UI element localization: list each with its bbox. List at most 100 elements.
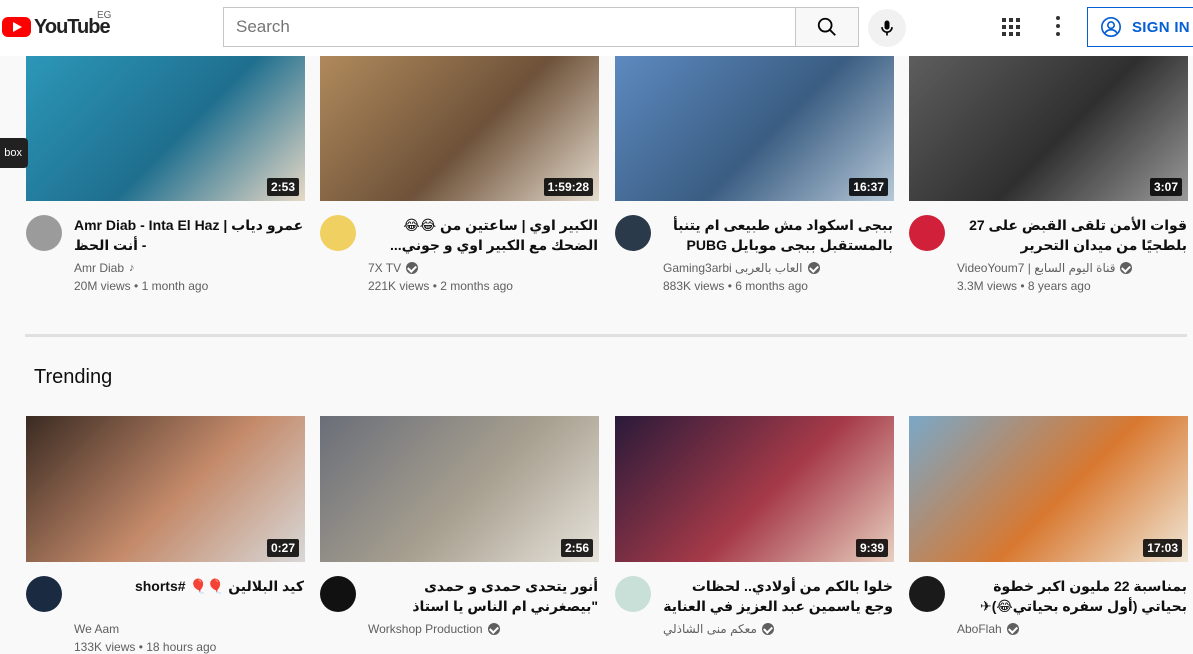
- search-input[interactable]: [236, 17, 795, 37]
- channel-avatar[interactable]: [320, 215, 356, 251]
- video-meta: كيد البلالين 🎈🎈 #shorts We Aam 133K views …: [26, 562, 305, 654]
- upload-age: 2 months ago: [440, 279, 513, 293]
- verified-badge-icon: [1006, 623, 1019, 635]
- video-card[interactable]: 3:07 قوات الأمن تلقى القبض على 27 بلطجيًا…: [909, 55, 1188, 293]
- video-meta: Amr Diab - Inta El Haz | عمرو دياب - أنت…: [26, 201, 305, 293]
- channel-avatar[interactable]: [26, 576, 62, 612]
- upload-age: 8 years ago: [1027, 279, 1091, 293]
- video-meta: الكبير اوي | ساعتين من 😂😂 الضحك مع الكبي…: [320, 201, 599, 293]
- search-box[interactable]: [223, 7, 796, 47]
- channel-name-text: معكم منى الشاذلي: [663, 622, 757, 636]
- upload-age: 6 months ago: [735, 279, 808, 293]
- stats-separator: •: [429, 279, 441, 293]
- side-tab[interactable]: box: [0, 138, 28, 168]
- stats-separator: •: [135, 640, 147, 654]
- video-title[interactable]: Amr Diab - Inta El Haz | عمرو دياب - أنت…: [74, 215, 304, 255]
- channel-avatar[interactable]: [615, 215, 651, 251]
- channel-avatar[interactable]: [615, 576, 651, 612]
- video-duration: 17:03: [1143, 539, 1182, 557]
- channel-name-text: Workshop Production: [368, 622, 483, 636]
- video-duration: 16:37: [849, 178, 888, 196]
- stats-separator: •: [130, 279, 142, 293]
- channel-name-text: Gaming3arbi العاب بالعربى: [663, 261, 803, 275]
- video-duration: 9:39: [855, 539, 888, 557]
- video-meta: خلوا بالكم من أولادي.. لحظات وجع ياسمين …: [615, 562, 894, 652]
- section-divider: [25, 334, 1187, 337]
- video-thumbnail[interactable]: 0:27: [26, 416, 305, 562]
- channel-name-text: AboFlah: [957, 622, 1002, 636]
- channel-name[interactable]: Amr Diab ♪: [74, 261, 135, 275]
- upload-age: 1 month ago: [141, 279, 209, 293]
- video-duration: 0:27: [266, 539, 299, 557]
- video-duration: 2:56: [560, 539, 593, 557]
- video-card[interactable]: 16:37 ببجى اسكواد مش طبيعى ام يتنبأ بالمس…: [615, 55, 894, 293]
- channel-avatar[interactable]: [320, 576, 356, 612]
- youtube-play-icon: [2, 17, 31, 37]
- video-title[interactable]: قوات الأمن تلقى القبض على 27 بلطجيًا من …: [957, 215, 1187, 255]
- video-thumbnail[interactable]: 2:56: [320, 416, 599, 562]
- video-stats: 3.3M views • 8 years ago: [957, 279, 1091, 293]
- stats-separator: •: [1017, 279, 1028, 293]
- video-meta: بمناسبة 22 مليون اكبر خطوة بحياتي (أول س…: [909, 562, 1188, 652]
- voice-search-button[interactable]: [868, 9, 906, 47]
- verified-badge-icon: [406, 262, 419, 274]
- channel-avatar[interactable]: [26, 215, 62, 251]
- video-duration: 1:59:28: [543, 178, 593, 196]
- view-count: 20M views: [74, 279, 131, 293]
- video-meta: ببجى اسكواد مش طبيعى ام يتنبأ بالمستقبل …: [615, 201, 894, 293]
- sign-in-button[interactable]: SIGN IN: [1087, 7, 1193, 47]
- video-thumbnail[interactable]: 2:53: [26, 55, 305, 201]
- channel-avatar[interactable]: [909, 215, 945, 251]
- video-thumbnail[interactable]: 16:37: [615, 55, 894, 201]
- video-thumbnail[interactable]: 17:03: [909, 416, 1188, 562]
- video-card[interactable]: 17:03 بمناسبة 22 مليون اكبر خطوة بحياتي (…: [909, 416, 1188, 652]
- channel-name[interactable]: VideoYoum7 | قناة اليوم السابع: [957, 261, 1133, 275]
- view-count: 883K views: [663, 279, 725, 293]
- video-stats: 20M views • 1 month ago: [74, 279, 208, 293]
- video-title[interactable]: كيد البلالين 🎈🎈 #shorts: [74, 576, 304, 616]
- view-count: 221K views: [368, 279, 430, 293]
- search-button[interactable]: [795, 7, 859, 47]
- video-thumbnail[interactable]: 1:59:28: [320, 55, 599, 201]
- country-code: EG: [97, 10, 112, 21]
- verified-badge-icon: [487, 623, 500, 635]
- stats-separator: •: [724, 279, 736, 293]
- video-card[interactable]: 0:27 كيد البلالين 🎈🎈 #shorts We Aam 133K vi…: [26, 416, 305, 654]
- video-title[interactable]: خلوا بالكم من أولادي.. لحظات وجع ياسمين …: [663, 576, 893, 616]
- search-icon: [817, 17, 836, 36]
- channel-name[interactable]: We Aam: [74, 622, 119, 636]
- channel-name[interactable]: معكم منى الشاذلي: [663, 622, 774, 636]
- channel-avatar[interactable]: [909, 576, 945, 612]
- youtube-logo[interactable]: YouTube EG: [2, 10, 111, 39]
- video-card[interactable]: 2:53 Amr Diab - Inta El Haz | عمرو دياب -…: [26, 55, 305, 293]
- masthead: YouTube EG SIGN IN: [0, 0, 1193, 56]
- view-count: 3.3M views: [957, 279, 1018, 293]
- video-stats: 883K views • 6 months ago: [663, 279, 808, 293]
- video-title[interactable]: ببجى اسكواد مش طبيعى ام يتنبأ بالمستقبل …: [663, 215, 893, 255]
- view-count: 133K views: [74, 640, 136, 654]
- music-note-icon: ♪: [129, 262, 135, 274]
- apps-grid-icon[interactable]: [1002, 18, 1020, 36]
- video-card[interactable]: 1:59:28 الكبير اوي | ساعتين من 😂😂 الضحك م…: [320, 55, 599, 293]
- video-thumbnail[interactable]: 9:39: [615, 416, 894, 562]
- verified-badge-icon: [761, 623, 774, 635]
- video-title[interactable]: بمناسبة 22 مليون اكبر خطوة بحياتي (أول س…: [957, 576, 1187, 616]
- channel-name[interactable]: Workshop Production: [368, 622, 500, 636]
- more-options-icon[interactable]: [1055, 16, 1061, 36]
- section-title-trending: Trending: [34, 366, 113, 388]
- video-title[interactable]: الكبير اوي | ساعتين من 😂😂 الضحك مع الكبي…: [368, 215, 598, 255]
- video-card[interactable]: 2:56 أنور يتحدى حمدى و حمدى "بيصغرني ام ا…: [320, 416, 599, 652]
- channel-name[interactable]: Gaming3arbi العاب بالعربى: [663, 261, 820, 275]
- video-duration: 3:07: [1149, 178, 1182, 196]
- channel-name-text: 7X TV: [368, 261, 402, 275]
- upload-age: 18 hours ago: [146, 640, 217, 654]
- video-stats: 133K views • 18 hours ago: [74, 640, 216, 654]
- channel-name[interactable]: AboFlah: [957, 622, 1019, 636]
- sign-in-label: SIGN IN: [1132, 18, 1190, 36]
- microphone-icon: [881, 20, 893, 36]
- video-stats: 221K views • 2 months ago: [368, 279, 513, 293]
- channel-name[interactable]: 7X TV: [368, 261, 419, 275]
- video-thumbnail[interactable]: 3:07: [909, 55, 1188, 201]
- video-card[interactable]: 9:39 خلوا بالكم من أولادي.. لحظات وجع ياس…: [615, 416, 894, 652]
- video-title[interactable]: أنور يتحدى حمدى و حمدى "بيصغرني ام الناس…: [368, 576, 598, 616]
